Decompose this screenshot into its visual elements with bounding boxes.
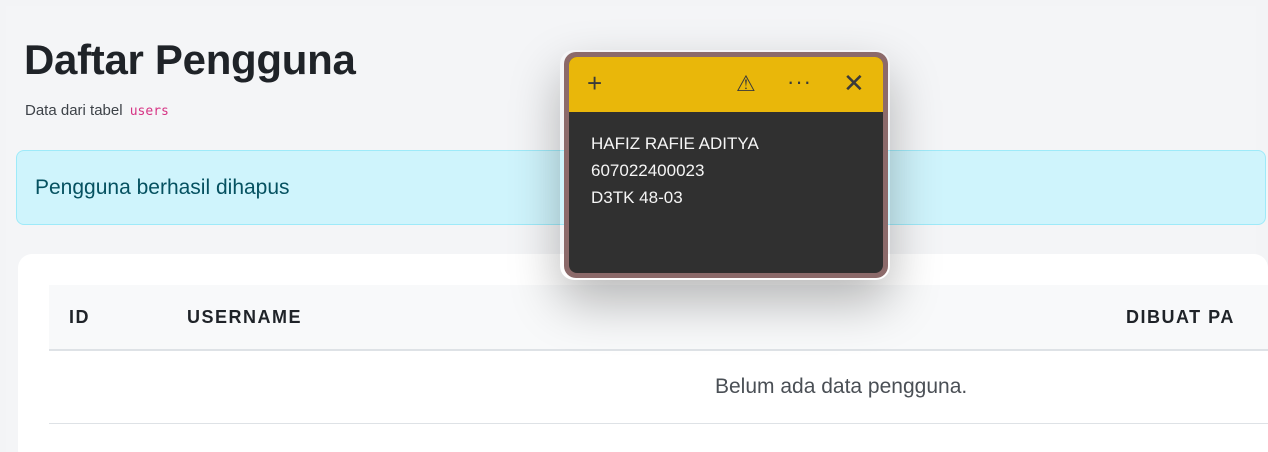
empty-table-message: Belum ada data pengguna. <box>715 375 968 398</box>
table-row: Belum ada data pengguna. <box>49 351 1268 424</box>
sticky-note-toolbar[interactable]: + ⚠ ··· ✕ <box>569 57 883 112</box>
more-options-icon[interactable]: ··· <box>787 66 812 98</box>
column-header-username: USERNAME <box>187 307 303 327</box>
sticky-note-text[interactable]: HAFIZ RAFIE ADITYA 607022400023 D3TK 48-… <box>569 112 883 229</box>
note-line-name: HAFIZ RAFIE ADITYA <box>591 134 759 153</box>
users-card: ID USERNAME DIBUAT PA Belum ada data pen… <box>18 254 1268 452</box>
column-header-created-at: DIBUAT PA <box>1126 307 1235 327</box>
add-note-icon[interactable]: + <box>587 67 602 99</box>
column-header-id: ID <box>69 307 90 327</box>
page-title: Daftar Pengguna <box>24 36 356 83</box>
sticky-note-window[interactable]: + ⚠ ··· ✕ HAFIZ RAFIE ADITYA 60702240002… <box>564 52 888 278</box>
warning-icon[interactable]: ⚠ <box>736 68 756 100</box>
note-line-id-number: 607022400023 <box>591 161 705 180</box>
table-name-code: users <box>129 104 169 119</box>
page-subtitle: Data dari tabel users <box>25 102 169 119</box>
sticky-note-inner: + ⚠ ··· ✕ HAFIZ RAFIE ADITYA 60702240002… <box>569 57 883 273</box>
note-line-class: D3TK 48-03 <box>591 188 683 207</box>
alert-message: Pengguna berhasil dihapus <box>35 175 290 199</box>
close-icon[interactable]: ✕ <box>843 67 865 99</box>
subtitle-text: Data dari tabel <box>25 102 123 119</box>
table-header: ID USERNAME DIBUAT PA <box>49 285 1268 351</box>
users-table: ID USERNAME DIBUAT PA Belum ada data pen… <box>49 285 1268 424</box>
